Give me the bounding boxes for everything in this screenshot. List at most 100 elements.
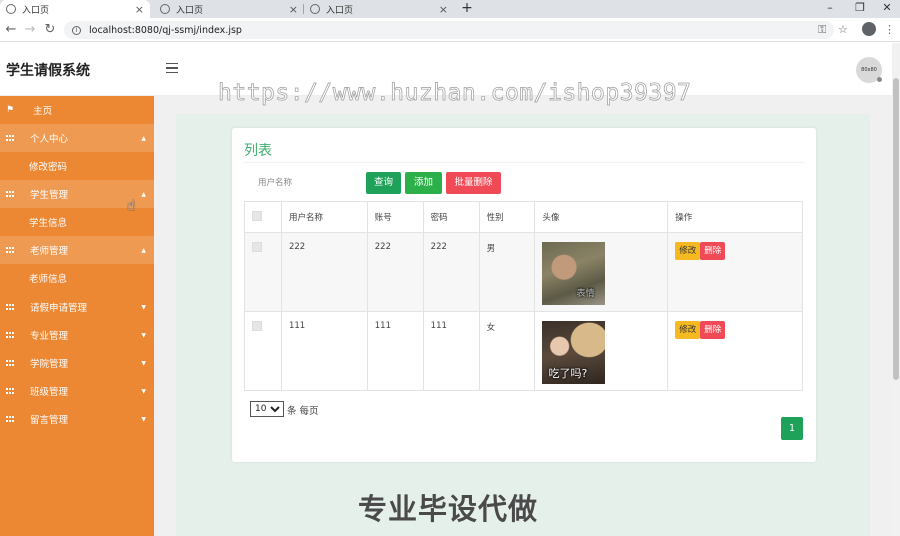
browser-tab-3[interactable]: 入口页 × <box>304 0 454 18</box>
sidebar-item-label: 个人中心 <box>30 134 69 145</box>
column-header: 密码 <box>422 201 480 233</box>
batch-delete-button[interactable]: 批量删除 <box>446 172 501 194</box>
sidebar-item-label: 留言管理 <box>30 415 69 426</box>
sidebar-item-label: 修改密码 <box>29 162 68 173</box>
caret-down-icon: ▼ <box>141 387 146 395</box>
back-arrow-icon[interactable]: ← <box>3 21 19 39</box>
sidebar-item-change-password[interactable]: 修改密码 <box>0 152 154 180</box>
password-cell: 222 <box>422 232 480 312</box>
user-table: 用户名称 账号 密码 性别 头像 操作 222 222 222 男 表情 修改 … <box>244 201 803 391</box>
page-title: 列表 <box>244 143 272 159</box>
avatar-image: 表情 <box>542 242 606 305</box>
sidebar-item-leave-application[interactable]: 请假申请管理 ▼ <box>0 293 154 321</box>
password-cell: 111 <box>422 311 480 391</box>
avatar-cell: 表情 <box>534 232 669 312</box>
profile-icon[interactable] <box>862 22 876 36</box>
globe-icon <box>6 4 16 14</box>
sidebar-item-class-management[interactable]: 班级管理 ▼ <box>0 377 154 405</box>
browser-tab-2[interactable]: 入口页 × <box>154 0 304 18</box>
sidebar-item-label: 老师信息 <box>29 274 68 285</box>
edit-button[interactable]: 修改 <box>675 321 701 339</box>
row-checkbox[interactable] <box>252 321 262 331</box>
close-tab-icon[interactable]: × <box>289 3 298 16</box>
sidebar-item-college-management[interactable]: 学院管理 ▼ <box>0 349 154 377</box>
browser-tab-1[interactable]: 入口页 × <box>0 0 150 18</box>
globe-icon <box>160 4 170 14</box>
menu-dots-icon[interactable]: ⋮ <box>884 21 895 39</box>
sidebar-item-label: 班级管理 <box>30 387 69 398</box>
reload-icon[interactable]: ↻ <box>42 21 58 39</box>
account-cell: 222 <box>366 232 424 312</box>
column-header: 性别 <box>478 201 536 233</box>
query-button[interactable]: 查询 <box>366 172 401 194</box>
delete-button[interactable]: 删除 <box>700 321 726 339</box>
avatar-caption: 表情 <box>576 289 595 299</box>
divider <box>244 162 804 163</box>
address-bar: ← → ↻ i localhost:8080/qj-ssmj/index.jsp… <box>0 18 900 42</box>
table-row: 111 111 111 女 吃了吗? 修改 删除 <box>244 311 803 391</box>
sidebar-item-teacher-management[interactable]: 老师管理 ▲ <box>0 236 154 264</box>
key-icon[interactable]: ⚿ <box>818 21 826 39</box>
column-header: 头像 <box>534 201 669 233</box>
sidebar-item-label: 主页 <box>33 106 53 117</box>
avatar-caption: 吃了吗? <box>548 367 588 380</box>
sidebar-item-teacher-info[interactable]: 老师信息 <box>0 264 154 292</box>
close-tab-icon[interactable]: × <box>439 3 448 16</box>
add-button[interactable]: 添加 <box>405 172 442 194</box>
url-watermark: https://www.huzhan.com/ishop39397 <box>218 80 692 107</box>
grid-icon <box>6 387 15 395</box>
grid-icon <box>6 331 15 339</box>
select-all-checkbox[interactable] <box>252 210 262 221</box>
edit-button[interactable]: 修改 <box>675 242 701 260</box>
url-field[interactable]: i localhost:8080/qj-ssmj/index.jsp <box>64 21 834 39</box>
app-title: 学生请假系统 <box>6 63 90 79</box>
flag-icon: ⚑ <box>6 105 15 115</box>
sidebar-item-label: 请假申请管理 <box>30 303 88 314</box>
grid-icon <box>6 359 15 367</box>
caret-down-icon: ▼ <box>141 331 146 339</box>
actions-cell: 修改 删除 <box>667 232 803 312</box>
close-window-button[interactable]: ✕ <box>872 0 900 18</box>
sidebar-item-home[interactable]: ⚑ 主页 <box>0 96 154 124</box>
username-cell: 222 <box>280 232 368 312</box>
username-search-input[interactable] <box>250 172 362 194</box>
grid-icon <box>6 134 15 142</box>
caret-down-icon: ▼ <box>141 359 146 367</box>
select-all-cell <box>244 201 282 233</box>
new-tab-button[interactable]: + <box>459 0 475 18</box>
grid-icon <box>6 190 15 198</box>
caret-down-icon: ▼ <box>141 303 146 311</box>
sidebar-item-major-management[interactable]: 专业管理 ▼ <box>0 321 154 349</box>
url-text: localhost:8080/qj-ssmj/index.jsp <box>89 24 242 36</box>
grid-icon <box>6 303 15 311</box>
bottom-watermark: 专业毕设代做 <box>358 492 539 526</box>
page-number-button[interactable]: 1 <box>781 417 803 440</box>
username-cell: 111 <box>280 311 368 391</box>
caret-up-icon: ▲ <box>141 246 146 254</box>
minimize-button[interactable]: – <box>815 0 845 18</box>
online-status-dot <box>877 77 882 82</box>
caret-down-icon: ▼ <box>141 415 146 423</box>
page-size-select[interactable]: 10 <box>250 401 284 417</box>
sidebar-item-personal-center[interactable]: 个人中心 ▲ <box>0 124 154 152</box>
list-card: 列表 查询 添加 批量删除 用户名称 账号 密码 性别 头像 操作 222 22… <box>232 128 816 462</box>
caret-up-icon: ▲ <box>141 134 146 142</box>
forward-arrow-icon[interactable]: → <box>22 21 38 39</box>
hamburger-menu-icon[interactable] <box>166 63 178 73</box>
sidebar-item-label: 专业管理 <box>30 331 69 342</box>
close-tab-icon[interactable]: × <box>135 3 144 16</box>
info-icon[interactable]: i <box>72 25 81 35</box>
column-header: 账号 <box>366 201 424 233</box>
star-icon[interactable]: ☆ <box>838 21 848 39</box>
scrollbar-thumb[interactable] <box>893 78 899 380</box>
table-row: 222 222 222 男 表情 修改 删除 <box>244 232 803 312</box>
actions-cell: 修改 删除 <box>667 311 803 391</box>
restore-button[interactable]: ❐ <box>845 0 875 18</box>
sidebar-item-message-management[interactable]: 留言管理 ▼ <box>0 405 154 433</box>
gender-cell: 女 <box>478 311 536 391</box>
grid-icon <box>6 415 15 423</box>
row-checkbox[interactable] <box>252 242 262 252</box>
delete-button[interactable]: 删除 <box>700 242 726 260</box>
account-cell: 111 <box>366 311 424 391</box>
table-header-row: 用户名称 账号 密码 性别 头像 操作 <box>244 201 803 233</box>
